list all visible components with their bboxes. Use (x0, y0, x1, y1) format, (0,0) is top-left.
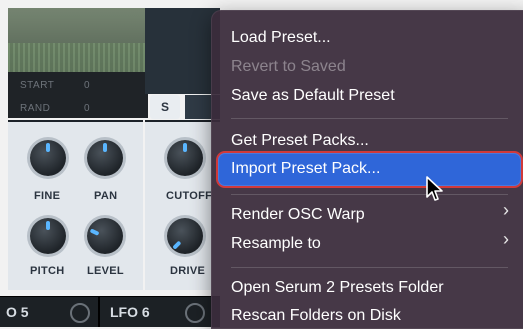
menu-item-resample-to[interactable]: Resample to (231, 231, 321, 257)
level-knob[interactable] (87, 218, 123, 254)
knob-indicator (103, 143, 107, 152)
tab-s[interactable]: S (150, 95, 180, 119)
cutoff-label: CUTOFF (166, 190, 213, 202)
fine-label: FINE (34, 190, 61, 202)
menu-item-load-preset[interactable]: Load Preset... (231, 25, 331, 51)
start-value[interactable]: 0 (84, 80, 90, 91)
knob-indicator (46, 143, 50, 152)
menu-divider (231, 194, 508, 195)
start-label: START (20, 80, 55, 91)
osc-knobs-section: FINE PAN PITCH LEVEL (8, 120, 143, 290)
lfo-5-indicator-icon (70, 303, 90, 323)
menu-item-revert-to-saved: Revert to Saved (231, 58, 346, 75)
menu-divider (231, 118, 508, 119)
waveform-display (8, 8, 148, 73)
drive-knob[interactable] (167, 218, 203, 254)
tab-s-label: S (160, 100, 169, 114)
menu-item-import-preset-pack[interactable]: Import Preset Pack... (231, 156, 380, 182)
knob-indicator (46, 221, 50, 230)
lfo-6-label[interactable]: LFO 6 (110, 304, 150, 320)
knob-indicator (172, 240, 182, 250)
cutoff-knob[interactable] (167, 140, 203, 176)
level-label: LEVEL (87, 265, 124, 277)
rand-value[interactable]: 0 (84, 103, 90, 114)
submenu-chevron-icon: › (503, 229, 509, 249)
lfo-6-indicator-icon (185, 303, 205, 323)
pitch-label: PITCH (30, 265, 65, 277)
lfo-tab-bar: O 5 LFO 6 (0, 296, 220, 327)
preset-context-menu: Load Preset... Revert to Saved Save as D… (211, 10, 523, 329)
menu-item-render-osc-warp[interactable]: Render OSC Warp (231, 202, 365, 228)
lfo-5-label[interactable]: O 5 (6, 304, 29, 320)
lfo-tab-divider (98, 297, 100, 327)
submenu-chevron-icon: › (503, 200, 509, 220)
menu-divider (231, 267, 508, 268)
menu-item-rescan-folders-on-disk[interactable]: Rescan Folders on Disk (231, 303, 401, 329)
menu-item-open-serum-2-presets-folder[interactable]: Open Serum 2 Presets Folder (231, 275, 444, 301)
pitch-knob[interactable] (30, 218, 66, 254)
mouse-pointer-icon (426, 176, 443, 201)
pan-label: PAN (94, 190, 118, 202)
fine-knob[interactable] (30, 140, 66, 176)
rand-label: RAND (20, 103, 51, 114)
knob-indicator (183, 143, 187, 152)
section-header-dark (145, 8, 220, 94)
drive-label: DRIVE (170, 265, 206, 277)
pan-knob[interactable] (87, 140, 123, 176)
knob-indicator (89, 228, 100, 236)
osc-parameters-panel: START 0 RAND 0 (8, 72, 148, 118)
menu-item-save-as-default-preset[interactable]: Save as Default Preset (231, 83, 395, 109)
filter-knobs-section: CUTOFF DRIVE (145, 120, 220, 290)
menu-item-get-preset-packs[interactable]: Get Preset Packs... (231, 128, 369, 154)
